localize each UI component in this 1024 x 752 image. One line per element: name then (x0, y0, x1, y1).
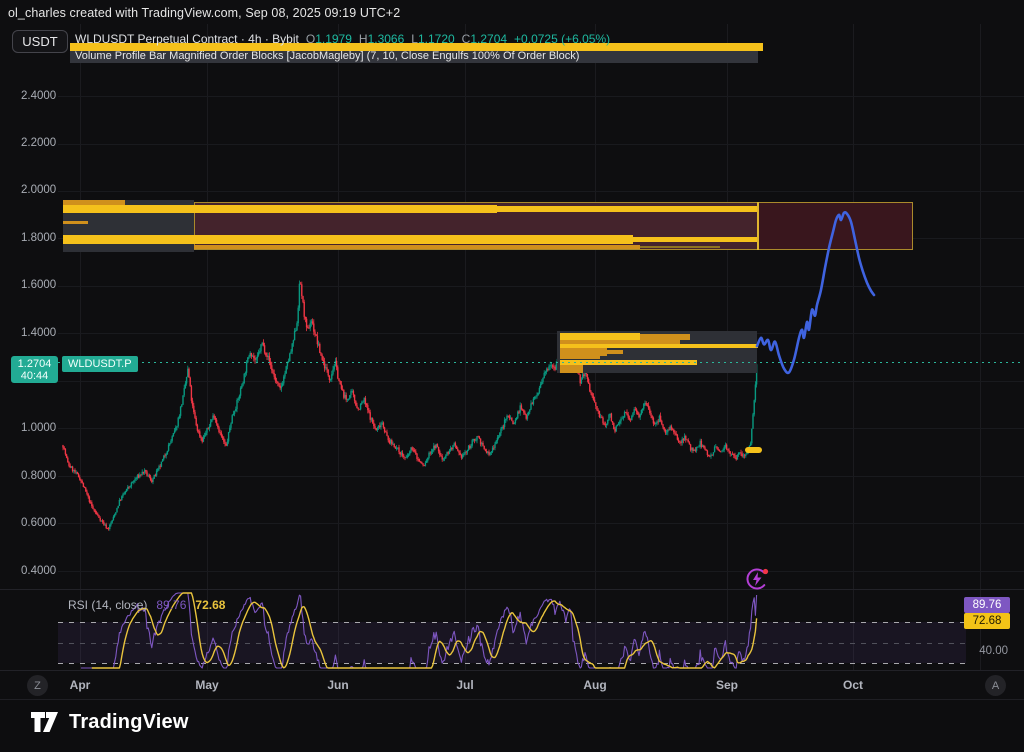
price-tick-label: 0.8000 (21, 470, 63, 482)
rsi-level-label: 40.00 (979, 645, 1008, 657)
rsi-fast-value: 89.76 (156, 598, 186, 612)
price-tick-label: 1.8000 (21, 232, 63, 244)
indicator-legend[interactable]: Volume Profile Bar Magnified Order Block… (75, 50, 579, 62)
change-value: +0.0725 (+6.05%) (514, 32, 610, 46)
volume-profile-bar (560, 356, 600, 359)
time-tick-label: Apr (70, 678, 91, 692)
rsi-legend[interactable]: RSI (14, close) 89.76 72.68 (68, 598, 225, 612)
lightning-icon (745, 566, 771, 592)
volume-profile-bar (560, 348, 607, 356)
volume-profile-bar (194, 245, 640, 249)
volume-profile-bar (757, 202, 759, 250)
ohlc-high: H1.3066 (359, 32, 404, 46)
volume-profile-bar (63, 235, 633, 244)
price-tick-label: 1.6000 (21, 279, 63, 291)
horizontal-gridline (58, 144, 1024, 145)
quote-currency-badge[interactable]: USDT (12, 30, 68, 53)
pane-separator[interactable] (0, 589, 1024, 590)
rsi-middle-dashed-line (58, 643, 966, 644)
price-tick-label: 0.4000 (21, 565, 63, 577)
price-tick-label: 0.6000 (21, 517, 63, 529)
tradingview-chart-window: ol_charles created with TradingView.com,… (0, 0, 1024, 752)
volume-profile-bar (560, 365, 583, 373)
a-button[interactable]: A (985, 675, 1006, 696)
tradingview-mark-icon (30, 710, 60, 735)
horizontal-gridline (58, 333, 1024, 334)
volume-profile-bar (497, 206, 758, 212)
horizontal-gridline (58, 428, 1024, 429)
vertical-gridline (338, 24, 339, 670)
time-tick-label: May (195, 678, 218, 692)
rsi-title-text: RSI (14, close) (68, 598, 147, 612)
horizontal-gridline (58, 286, 1024, 287)
rsi-fast-axis-badge: 89.76 (964, 597, 1010, 613)
price-tick-label: 1.4000 (21, 327, 63, 339)
vertical-gridline (80, 24, 81, 670)
rsi-lower-dashed-line (58, 663, 966, 664)
time-tick-label: Oct (843, 678, 863, 692)
volume-profile-bar (633, 237, 758, 242)
volume-profile-bar (63, 221, 88, 224)
tradingview-logo[interactable]: TradingView (30, 710, 189, 735)
axis-separator (0, 670, 1024, 671)
time-tick-label: Sep (716, 678, 738, 692)
symbol-price-tag: WLDUSDT.P (62, 356, 138, 372)
rsi-slow-axis-badge: 72.68 (964, 613, 1010, 629)
horizontal-gridline (58, 381, 1024, 382)
order-block (758, 202, 913, 250)
volume-profile-bar (560, 333, 640, 340)
chart-legend[interactable]: WLDUSDT Perpetual Contract · 4h · Bybit … (75, 32, 610, 46)
current-price-label: 1.2704 40:44 (11, 356, 58, 383)
rsi-slow-value: 72.68 (195, 598, 225, 612)
z-button[interactable]: Z (27, 675, 48, 696)
price-value: 1.2704 (18, 358, 52, 370)
vertical-gridline (207, 24, 208, 670)
ohlc-open: O1.1979 (306, 32, 352, 46)
quick-trade-button[interactable] (745, 566, 771, 597)
volume-profile-bar (640, 246, 720, 248)
volume-profile-bar (607, 350, 623, 354)
ohlc-close: C1.2704 (462, 32, 507, 46)
vertical-gridline (853, 24, 854, 670)
time-tick-label: Aug (583, 678, 606, 692)
rsi-upper-dashed-line (58, 622, 966, 623)
symbol-title: WLDUSDT Perpetual Contract · 4h · Bybit (75, 32, 299, 46)
horizontal-gridline (58, 571, 1024, 572)
horizontal-gridline (58, 96, 1024, 97)
time-tick-label: Jul (456, 678, 473, 692)
tradingview-logo-text: TradingView (69, 711, 189, 734)
volume-profile-bar (63, 205, 497, 213)
price-tick-label: 2.0000 (21, 184, 63, 196)
price-tick-label: 1.0000 (21, 422, 63, 434)
price-tick-label: 2.2000 (21, 137, 63, 149)
horizontal-gridline (58, 476, 1024, 477)
time-tick-label: Jun (327, 678, 348, 692)
bar-countdown: 40:44 (21, 370, 49, 382)
vertical-gridline (980, 24, 981, 670)
ohlc-low: L1.1720 (411, 32, 454, 46)
current-price-line (58, 362, 1024, 363)
price-tick-label: 2.4000 (21, 90, 63, 102)
vertical-gridline (465, 24, 466, 670)
volume-profile-bar (745, 447, 762, 453)
horizontal-gridline (58, 191, 1024, 192)
horizontal-gridline (58, 523, 1024, 524)
